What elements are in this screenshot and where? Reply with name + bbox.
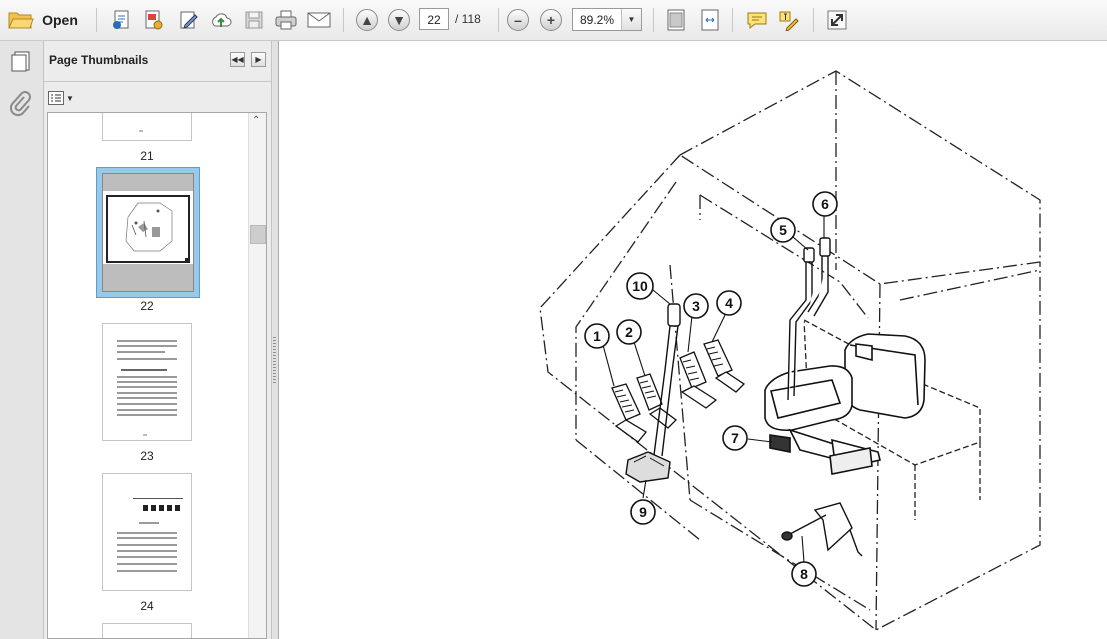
toolbar-separator — [343, 8, 344, 32]
panel-splitter[interactable] — [271, 41, 279, 639]
open-button[interactable]: Open — [6, 7, 80, 33]
thumbnail-list[interactable]: 21 22 23 24 ⌃ — [47, 112, 267, 639]
zoom-in-button[interactable]: + — [538, 7, 564, 33]
callout-label: 3 — [692, 298, 700, 314]
thumbnail-label: 21 — [140, 149, 154, 163]
callout-label: 6 — [821, 196, 829, 212]
comment-icon — [747, 12, 767, 30]
panel-header: Page Thumbnails ◀◀ ▶ — [44, 41, 271, 82]
callout-label: 10 — [632, 278, 648, 294]
pages-button[interactable] — [9, 49, 33, 76]
comment-button[interactable] — [744, 7, 770, 33]
callout-label: 5 — [779, 222, 787, 238]
fit-page-button[interactable] — [663, 7, 689, 33]
panel-title: Page Thumbnails — [49, 53, 149, 67]
toolbar-separator — [813, 8, 814, 32]
page-number-input[interactable]: 22 — [419, 8, 449, 30]
create-pdf-icon — [113, 10, 129, 29]
prev-page-button[interactable]: ▲ — [354, 7, 380, 33]
save-icon — [245, 11, 263, 29]
attachments-button[interactable] — [8, 91, 32, 120]
main-toolbar: Open ▲ ▼ 22 / 118 – + 89.2% ▼ — [0, 0, 1107, 41]
double-chevron-left-icon: ◀◀ — [231, 55, 244, 64]
navigation-strip — [0, 41, 44, 639]
callout-label: 1 — [593, 328, 601, 344]
next-page-icon: ▼ — [388, 9, 410, 31]
page-thumbnail[interactable] — [102, 323, 192, 441]
callout-label: 8 — [800, 566, 808, 582]
thumbnail-label: 24 — [140, 599, 154, 613]
highlight-icon — [779, 11, 799, 31]
page-total: / 118 — [455, 12, 481, 26]
zoom-in-icon: + — [540, 9, 562, 31]
pdf-settings-icon — [145, 10, 163, 30]
fit-width-icon — [701, 9, 719, 31]
chevron-right-icon: ▶ — [255, 55, 262, 64]
fit-width-button[interactable] — [697, 7, 723, 33]
zoom-out-icon: – — [507, 9, 529, 31]
chevron-up-icon[interactable]: ⌃ — [252, 115, 260, 126]
options-list-icon — [48, 91, 64, 105]
panel-arrow-button[interactable]: ▶ — [251, 52, 266, 67]
collapse-panel-button[interactable]: ◀◀ — [230, 52, 245, 67]
create-pdf-button[interactable] — [109, 7, 135, 33]
zoom-select[interactable]: 89.2% ▼ — [572, 8, 642, 31]
toolbar-separator — [653, 8, 654, 32]
email-button[interactable] — [306, 7, 332, 33]
chevron-down-icon[interactable]: ▼ — [621, 9, 641, 30]
thumbnail-scrollbar[interactable]: ⌃ — [248, 113, 266, 638]
paperclip-icon — [9, 91, 31, 117]
pages-icon — [11, 51, 30, 72]
fit-page-icon — [667, 9, 685, 31]
save-button[interactable] — [241, 7, 267, 33]
thumbnail-diagram — [125, 202, 173, 252]
splitter-grip — [273, 337, 276, 385]
toolbar-separator — [732, 8, 733, 32]
prev-page-icon: ▲ — [356, 9, 378, 31]
callout-label: 4 — [725, 295, 733, 311]
thumbnail-label: 23 — [140, 449, 154, 463]
page-thumbnail-selected[interactable] — [102, 173, 194, 292]
toolbar-separator — [96, 8, 97, 32]
scrollbar-thumb[interactable] — [250, 225, 266, 244]
thumbnails-panel: Page Thumbnails ◀◀ ▶ ▼ 21 22 23 24 ⌃ — [44, 41, 271, 639]
fullscreen-button[interactable] — [824, 7, 850, 33]
print-icon — [275, 10, 297, 30]
highlight-button[interactable] — [776, 7, 802, 33]
edit-icon — [180, 11, 198, 29]
callout-label: 7 — [731, 430, 739, 446]
operator-controls-diagram: 1 2 3 4 5 6 7 8 9 10 — [539, 70, 1041, 631]
thumbnail-options-button[interactable]: ▼ — [48, 90, 74, 106]
thumbnail-label: 22 — [140, 299, 154, 313]
open-label: Open — [42, 12, 78, 28]
page-thumbnail[interactable] — [102, 473, 192, 591]
email-icon — [307, 12, 331, 28]
zoom-value: 89.2% — [580, 13, 615, 27]
upload-icon — [212, 13, 232, 27]
callout-label: 2 — [625, 324, 633, 340]
document-view[interactable]: 1 2 3 4 5 6 7 8 9 10 — [279, 41, 1107, 639]
zoom-out-button[interactable]: – — [505, 7, 531, 33]
callout-label: 9 — [639, 504, 647, 520]
edit-button[interactable] — [176, 7, 202, 33]
next-page-button[interactable]: ▼ — [386, 7, 412, 33]
fullscreen-icon — [827, 10, 847, 30]
page-thumbnail[interactable] — [102, 113, 192, 141]
page-thumbnail[interactable] — [102, 623, 192, 638]
folder-open-icon — [8, 12, 34, 29]
chevron-down-icon: ▼ — [66, 93, 74, 103]
print-button[interactable] — [273, 7, 299, 33]
pdf-settings-button[interactable] — [141, 7, 167, 33]
toolbar-separator — [498, 8, 499, 32]
upload-button[interactable] — [208, 7, 234, 33]
